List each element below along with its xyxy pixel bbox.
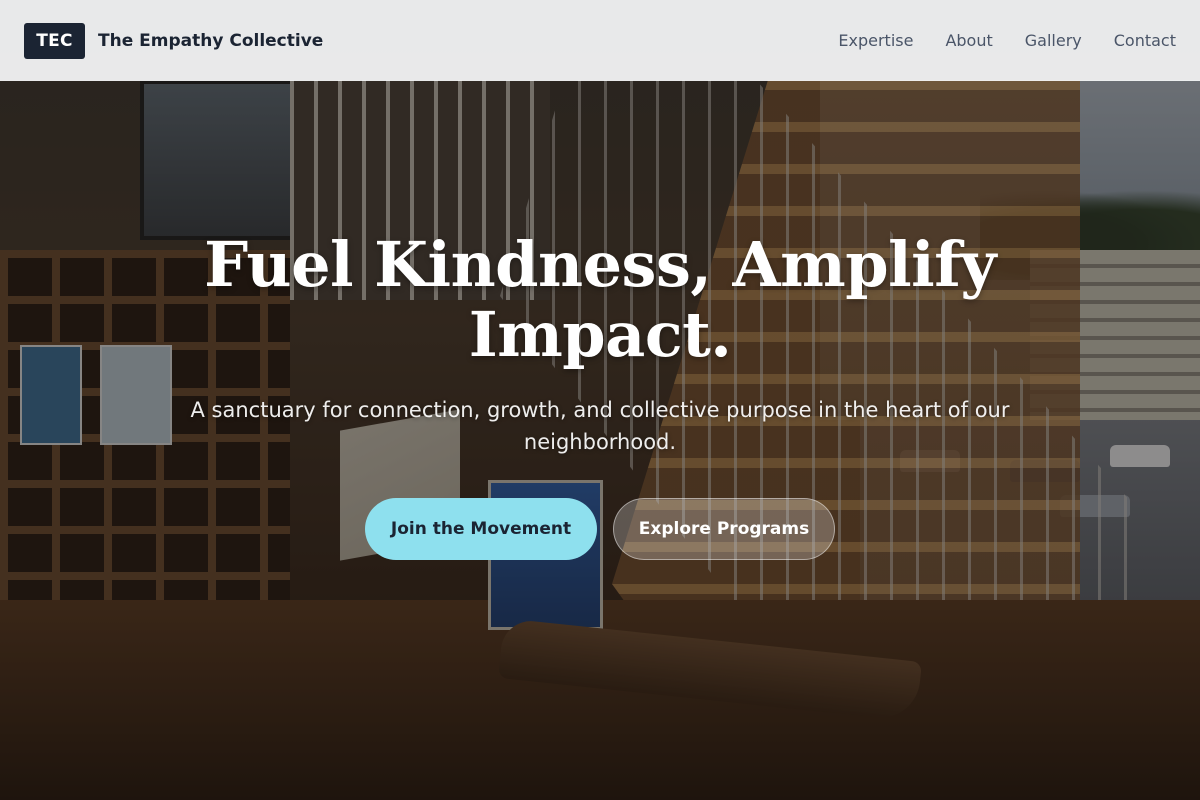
nav-link-contact[interactable]: Contact (1114, 31, 1176, 50)
nav-links: Expertise About Gallery Contact (838, 31, 1176, 50)
navbar: TEC The Empathy Collective Expertise Abo… (0, 0, 1200, 81)
cta-row: Join the Movement Explore Programs (0, 498, 1200, 560)
nav-link-gallery[interactable]: Gallery (1025, 31, 1082, 50)
brand[interactable]: TEC The Empathy Collective (24, 22, 323, 59)
hero-headline: Fuel Kindness, Amplify Impact. (204, 228, 996, 371)
logo-mark[interactable]: TEC (24, 22, 85, 59)
explore-programs-button[interactable]: Explore Programs (613, 498, 835, 560)
join-movement-button[interactable]: Join the Movement (365, 498, 597, 560)
nav-link-expertise[interactable]: Expertise (838, 31, 913, 50)
nav-link-about[interactable]: About (945, 31, 992, 50)
hero: Fuel Kindness, Amplify Impact. A sanctua… (0, 230, 1200, 560)
brand-name[interactable]: The Empathy Collective (98, 31, 323, 51)
hero-subheadline: A sanctuary for connection, growth, and … (190, 398, 1010, 454)
